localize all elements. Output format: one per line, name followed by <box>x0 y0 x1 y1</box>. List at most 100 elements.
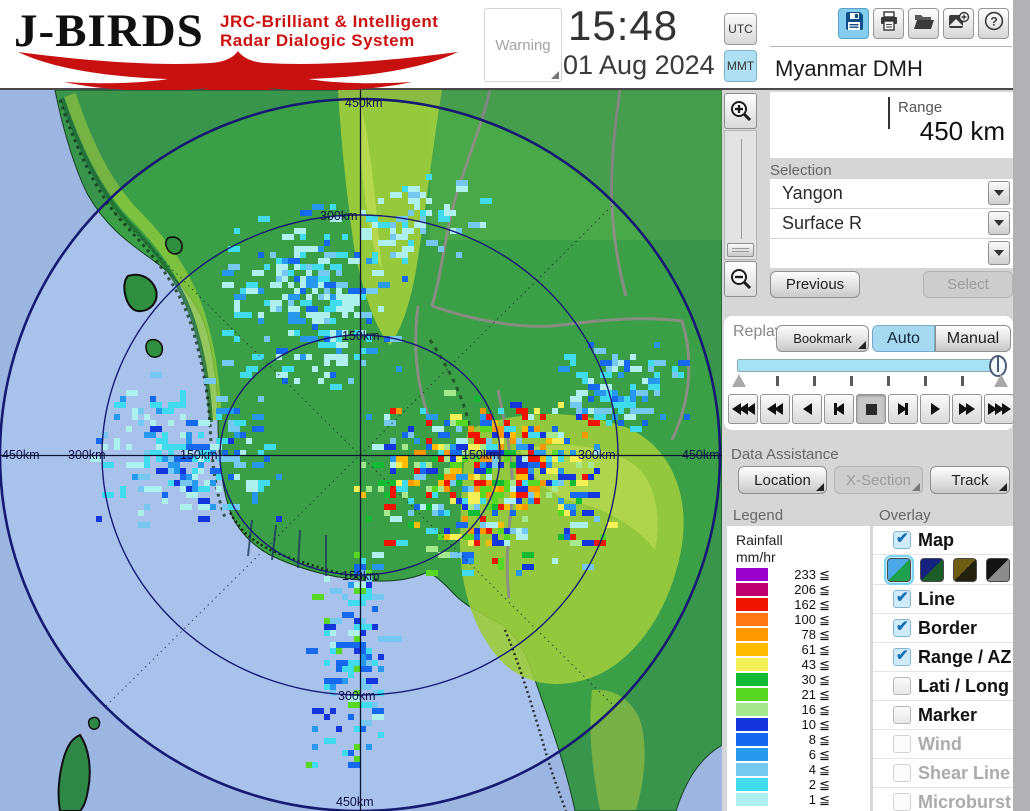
legend-threshold-value: 162 <box>794 597 816 612</box>
play-reverse-button[interactable] <box>792 394 822 424</box>
location-button[interactable]: Location <box>738 466 827 494</box>
print-button[interactable] <box>873 8 904 39</box>
play-button[interactable] <box>920 394 950 424</box>
x-section-corner-notch <box>912 483 920 491</box>
slider-end-marker[interactable] <box>994 374 1008 387</box>
leq-symbol: ≦ <box>819 716 830 732</box>
help-button[interactable]: ? <box>978 8 1009 39</box>
overlay-item-wind: Wind <box>873 730 1013 759</box>
step-forward-button[interactable] <box>888 394 918 424</box>
overlay-item-microburst: Microburst <box>873 788 1013 811</box>
previous-button[interactable]: Previous <box>770 271 860 298</box>
track-button[interactable]: Track <box>930 466 1010 494</box>
checkbox-marker[interactable] <box>893 706 911 724</box>
save-button[interactable] <box>838 8 869 39</box>
auto-button[interactable]: Auto <box>872 325 935 352</box>
legend-label: Legend <box>733 507 784 524</box>
zoom-in-button[interactable] <box>724 93 757 129</box>
chevron-down-icon <box>994 250 1004 256</box>
overlay-item-label: Line <box>918 588 956 609</box>
legend-row: 30 ≦ <box>736 672 866 687</box>
legend-color-swatch <box>736 673 768 686</box>
option-dropdown-button[interactable] <box>988 241 1010 265</box>
checkbox-map[interactable] <box>893 529 911 549</box>
toolbar-separator <box>770 46 1012 47</box>
overlay-item-lati-long[interactable]: Lati / Long <box>873 672 1013 701</box>
bookmark-button[interactable]: Bookmark <box>776 325 869 352</box>
map-style-swatch-3[interactable] <box>953 557 977 582</box>
site-dropdown-value: Yangon <box>782 183 843 203</box>
option-dropdown[interactable] <box>770 239 1013 268</box>
range-ring-label: 300km <box>338 689 376 703</box>
leq-symbol: ≦ <box>819 581 830 597</box>
replay-slider-track[interactable] <box>737 355 1007 377</box>
x-section-button[interactable]: X-Section <box>834 466 923 494</box>
map-style-swatch-1[interactable] <box>884 554 914 585</box>
stop-button[interactable] <box>856 394 886 424</box>
warning-corner-notch <box>551 71 559 79</box>
leq-symbol: ≦ <box>819 611 830 627</box>
rewind-button[interactable] <box>760 394 790 424</box>
overlay-list: Map Line Border Range / AZ Lati / Long Marker… <box>873 526 1013 811</box>
map-style-swatch-4[interactable] <box>986 557 1010 582</box>
overlay-item-marker[interactable]: Marker <box>873 701 1013 730</box>
replay-group: Replay Bookmark Auto Manual <box>724 316 1014 430</box>
forward-button[interactable] <box>952 394 982 424</box>
zoom-out-button[interactable] <box>724 261 757 297</box>
data-assistance-label: Data Assistance <box>731 446 839 463</box>
select-button[interactable]: Select <box>923 271 1013 298</box>
radar-map-canvas[interactable]: 450km 300km 150km 150km 300km 450km 450km 300km… <box>0 89 723 811</box>
forward-fast-icon <box>1001 403 1011 415</box>
manual-button[interactable]: Manual <box>935 325 1011 352</box>
clock-date: 01 Aug 2024 <box>563 50 715 80</box>
legend-threshold-value: 233 <box>794 567 816 582</box>
timezone-utc-button[interactable]: UTC <box>724 13 757 45</box>
track-corner-notch <box>999 483 1007 491</box>
legend-row: 16 ≦ <box>736 702 866 717</box>
zoom-slider-track[interactable] <box>724 130 757 260</box>
open-folder-icon <box>913 11 935 36</box>
toolbar: ? <box>838 8 1009 39</box>
legend-color-swatch <box>736 628 768 641</box>
app-logo: J-BIRDS JRC-Brilliant & Intelligent Rada… <box>8 2 478 90</box>
checkbox-lati-long[interactable] <box>893 677 911 695</box>
checkbox-range-az[interactable] <box>893 646 911 666</box>
range-ring-label: 150km <box>342 329 380 343</box>
overlay-item-range-az[interactable]: Range / AZ <box>873 643 1013 672</box>
replay-slider-ticks <box>732 374 1008 390</box>
checkbox-border[interactable] <box>893 617 911 637</box>
checkbox-line[interactable] <box>893 588 911 608</box>
range-display: Range 450 km <box>770 92 1013 158</box>
track-label: Track <box>951 471 989 489</box>
timezone-mmt-button[interactable]: MMT <box>724 50 757 82</box>
rewind-fast-button[interactable] <box>728 394 758 424</box>
overlay-item-line[interactable]: Line <box>873 585 1013 614</box>
bookmark-corner-notch <box>858 341 866 349</box>
site-dropdown[interactable]: Yangon <box>770 179 1013 208</box>
range-ring-label: 150km <box>462 448 500 462</box>
leq-symbol: ≦ <box>819 686 830 702</box>
step-back-button[interactable] <box>824 394 854 424</box>
product-dropdown[interactable]: Surface R <box>770 209 1013 238</box>
legend-row: 8 ≦ <box>736 732 866 747</box>
overlay-item-map[interactable]: Map <box>873 526 1013 555</box>
open-folder-button[interactable] <box>908 8 939 39</box>
forward-fast-button[interactable] <box>984 394 1014 424</box>
legend-threshold-value: 61 <box>801 642 816 657</box>
warning-button[interactable]: Warning <box>484 8 562 82</box>
playback-controls <box>728 394 1014 424</box>
map-style-swatch-2[interactable] <box>920 557 944 582</box>
radar-map[interactable]: 450km 300km 150km 150km 300km 450km 450km 300km… <box>0 89 723 811</box>
range-label: Range <box>898 99 943 116</box>
snapshot-button[interactable] <box>943 8 974 39</box>
overlay-item-shear-line: Shear Line <box>873 759 1013 788</box>
zoom-slider-handle[interactable] <box>727 243 754 257</box>
legend-color-swatch <box>736 718 768 731</box>
legend-color-swatch <box>736 613 768 626</box>
overlay-item-border[interactable]: Border <box>873 614 1013 643</box>
slider-start-marker[interactable] <box>732 374 746 387</box>
product-dropdown-button[interactable] <box>988 211 1010 235</box>
site-dropdown-button[interactable] <box>988 181 1010 205</box>
legend-threshold-value: 10 <box>801 717 816 732</box>
legend-row: 4 ≦ <box>736 762 866 777</box>
